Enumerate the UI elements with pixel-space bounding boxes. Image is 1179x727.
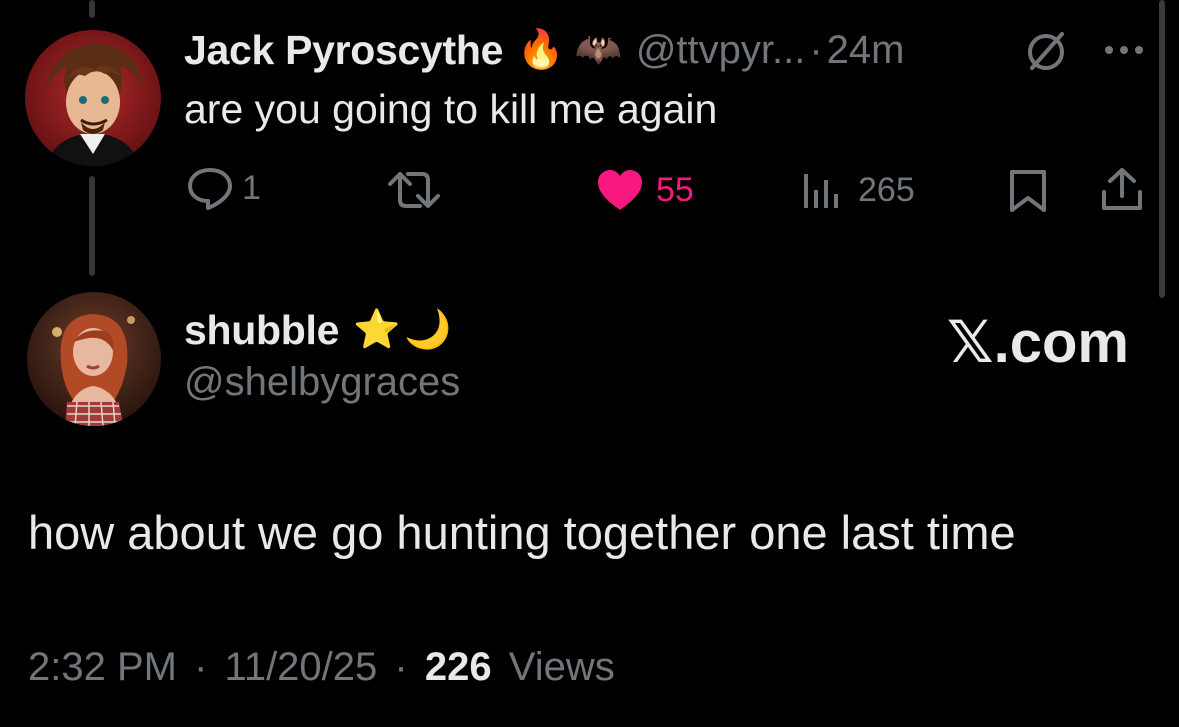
reply-header: Jack Pyroscythe 🔥 🦇 @ttvpyr... · 24m (184, 24, 904, 76)
share-button[interactable] (1100, 166, 1144, 212)
meta-separator-2: · (394, 645, 408, 689)
author-name[interactable]: Jack Pyroscythe (184, 27, 503, 74)
main-handle-row: @shelbygraces (184, 360, 460, 405)
header-separator: · (809, 27, 823, 72)
moon-emoji: 🌙 (404, 309, 452, 351)
reply-icon (186, 166, 234, 210)
bookmark-button[interactable] (1008, 168, 1048, 214)
tweet-meta: 2:32 PM · 11/20/25 · 226 Views (28, 645, 615, 690)
like-button[interactable]: 55 (596, 168, 694, 212)
x-com-watermark: 𝕏 .com (947, 308, 1129, 376)
fire-emoji: 🔥 (517, 29, 565, 71)
author-handle[interactable]: @shelbygraces (184, 360, 460, 405)
reply-count: 1 (242, 168, 261, 207)
reply-tweet-text: are you going to kill me again (184, 86, 718, 132)
avatar-jack-pyroscythe[interactable] (25, 30, 161, 166)
more-options-icon[interactable] (1102, 38, 1146, 62)
author-name[interactable]: shubble (184, 307, 339, 354)
reply-button[interactable]: 1 (186, 166, 261, 210)
bat-emoji: 🦇 (574, 29, 622, 71)
tweet-time[interactable]: 2:32 PM (28, 645, 177, 689)
views-count: 265 (858, 170, 915, 209)
main-header: shubble ⭐ 🌙 (184, 304, 452, 356)
views-label: Views (508, 645, 615, 689)
x-logo-icon: 𝕏 (946, 310, 994, 375)
heart-icon (596, 168, 644, 212)
tweet-time[interactable]: 24m (827, 28, 905, 73)
scrollbar[interactable] (1159, 0, 1165, 298)
repost-icon (386, 168, 442, 212)
share-icon (1100, 166, 1144, 212)
meta-separator-1: · (194, 645, 208, 689)
views-number: 226 (424, 645, 492, 689)
tweet-date[interactable]: 11/20/25 (225, 645, 378, 689)
like-count: 55 (656, 170, 694, 209)
views-button[interactable]: 265 (802, 168, 915, 212)
x-domain-text: .com (993, 309, 1129, 375)
views-chart-icon (802, 168, 842, 212)
star-emoji: ⭐ (353, 309, 401, 351)
thread-line-bottom (89, 176, 95, 276)
main-tweet-text: how about we go hunting together one las… (28, 506, 1016, 559)
bookmark-icon (1008, 168, 1048, 214)
thread-line-top (89, 0, 95, 18)
avatar-shubble[interactable] (27, 292, 161, 426)
author-handle[interactable]: @ttvpyr... (636, 28, 806, 73)
grok-icon[interactable] (1022, 28, 1070, 76)
repost-button[interactable] (386, 168, 442, 212)
